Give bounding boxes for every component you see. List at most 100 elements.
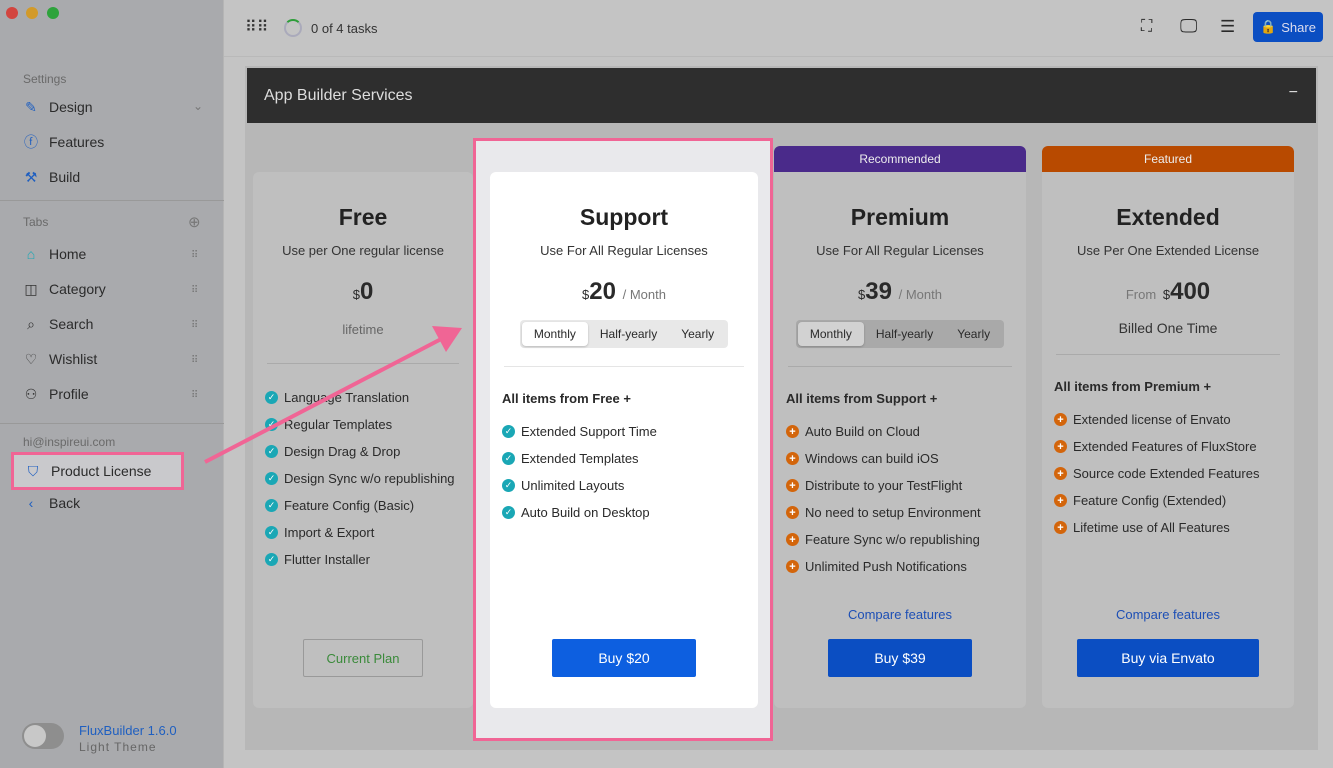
feature-item: ✓ Import & Export <box>265 519 473 546</box>
feature-label: Import & Export <box>284 525 375 540</box>
featured-badge: Featured <box>1042 146 1294 172</box>
feature-item: ✓ Extended Templates <box>502 445 758 472</box>
plan-name: Extended <box>1116 204 1220 230</box>
label: Wishlist <box>49 351 98 367</box>
plan-name: Support <box>579 204 669 230</box>
feature-item: + Lifetime use of All Features <box>1054 514 1294 541</box>
price-note: Billed One Time <box>1118 320 1218 336</box>
apps-grid-icon[interactable]: ⠿⠿ <box>245 17 268 37</box>
lock-icon: 🔒 <box>1260 19 1277 34</box>
sidebar-item-category[interactable]: ◫ Category <box>23 281 106 298</box>
sidebar-item-build[interactable]: ⚒ Build <box>23 169 81 186</box>
feature-item: ✓ Design Drag & Drop <box>265 438 473 465</box>
feature-item: + Feature Config (Extended) <box>1054 487 1294 514</box>
top-bar: ⠿⠿ 0 of 4 tasks ⛶ 🖵 ☰ 🔒 Share <box>224 0 1333 57</box>
brush-icon: ✎ <box>25 98 37 115</box>
check-badge-icon: ✓ <box>265 391 278 404</box>
minimize-button[interactable] <box>26 7 38 19</box>
check-badge-icon: ✓ <box>265 472 278 485</box>
sidebar: Settings ✎ Design ⌄ ⓕ Features ⚒ Build Tabs… <box>0 0 224 768</box>
price-note: lifetime <box>342 322 384 337</box>
period-half-yearly[interactable]: Half-yearly <box>864 322 945 346</box>
feature-item: + No need to setup Environment <box>786 499 1026 526</box>
feature-item: ✓ Extended Support Time <box>502 418 758 445</box>
label: Search <box>49 316 94 332</box>
period-yearly[interactable]: Yearly <box>945 322 1002 346</box>
feature-label: Auto Build on Desktop <box>521 505 650 520</box>
plan-price: $20 / Month <box>582 278 666 305</box>
check-badge-icon: ✓ <box>502 506 515 519</box>
period-monthly[interactable]: Monthly <box>521 322 588 346</box>
plus-badge-icon: + <box>1054 440 1067 453</box>
collapse-icon[interactable]: − <box>1289 84 1298 102</box>
plus-badge-icon: + <box>786 479 799 492</box>
label: Build <box>49 169 81 185</box>
plan-name: Free <box>338 204 388 230</box>
label: Category <box>49 281 106 297</box>
monitor-icon[interactable]: 🖵 <box>1180 16 1197 37</box>
period-half-yearly[interactable]: Half-yearly <box>588 322 669 346</box>
list-icon[interactable]: ☰ <box>1220 17 1235 37</box>
label: Home <box>49 246 87 262</box>
drag-handle-icon[interactable]: ⠿ <box>191 250 198 261</box>
feature-item: + Source code Extended Features <box>1054 460 1294 487</box>
app-version: FluxBuilder 1.6.0 <box>79 723 177 738</box>
current-plan-button[interactable]: Current Plan <box>303 639 423 677</box>
drag-handle-icon[interactable]: ⠿ <box>191 320 198 331</box>
search-icon: ⌕ <box>27 315 35 332</box>
feature-item: + Extended license of Envato <box>1054 406 1294 433</box>
feature-label: Distribute to your TestFlight <box>805 478 963 493</box>
drag-handle-icon[interactable]: ⠿ <box>191 355 198 366</box>
compare-features-link[interactable]: Compare features <box>1042 607 1294 622</box>
label: Back <box>49 495 81 511</box>
progress-ring-icon <box>284 19 302 37</box>
tasks-progress[interactable]: 0 of 4 tasks <box>311 21 377 36</box>
sidebar-item-product-license[interactable]: ⛉ Product License <box>11 452 184 490</box>
plan-subtitle: Use Per One Extended License <box>1076 243 1260 258</box>
panel-title: App Builder Services <box>264 87 413 104</box>
share-button[interactable]: 🔒 Share <box>1253 12 1323 42</box>
check-badge-icon: ✓ <box>265 553 278 566</box>
zoom-button[interactable] <box>47 7 59 19</box>
period-yearly[interactable]: Yearly <box>669 322 726 346</box>
buy-premium-button[interactable]: Buy $39 <box>828 639 972 677</box>
plan-card-support: Support Use For All Regular Licenses $20… <box>490 172 758 708</box>
close-button[interactable] <box>6 7 18 19</box>
billing-period-selector[interactable]: Monthly Half-yearly Yearly <box>795 320 1005 348</box>
feature-item: + Distribute to your TestFlight <box>786 472 1026 499</box>
feature-label: Feature Sync w/o republishing <box>805 532 980 547</box>
sidebar-item-search[interactable]: ⌕ Search <box>23 315 94 333</box>
add-tab-icon[interactable]: ⊕ <box>188 213 201 231</box>
check-badge-icon: ✓ <box>265 526 278 539</box>
chevron-down-icon[interactable]: ⌄ <box>193 99 203 113</box>
sidebar-item-profile[interactable]: ⚇ Profile <box>23 386 89 403</box>
drag-handle-icon[interactable]: ⠿ <box>191 390 198 401</box>
feature-label: Regular Templates <box>284 417 393 432</box>
feature-item: + Feature Sync w/o republishing <box>786 526 1026 553</box>
compare-features-link[interactable]: Compare features <box>774 607 1026 622</box>
billing-period-selector[interactable]: Monthly Half-yearly Yearly <box>519 320 729 348</box>
sidebar-item-wishlist[interactable]: ♡ Wishlist <box>23 351 98 368</box>
qr-scan-icon[interactable]: ⛶ <box>1141 18 1152 36</box>
drag-handle-icon[interactable]: ⠿ <box>191 285 198 296</box>
period-monthly[interactable]: Monthly <box>797 322 864 346</box>
feature-group-heading: All items from Support + <box>786 391 938 406</box>
bolt-icon: ⓕ <box>24 134 38 150</box>
label: Share <box>1281 19 1316 35</box>
back-button[interactable]: ‹ Back <box>23 495 80 511</box>
buy-support-button[interactable]: Buy $20 <box>552 639 696 677</box>
check-badge-icon: ✓ <box>502 452 515 465</box>
theme-toggle[interactable] <box>22 723 64 749</box>
feature-label: Auto Build on Cloud <box>805 424 920 439</box>
sidebar-item-features[interactable]: ⓕ Features <box>23 134 104 150</box>
sidebar-item-design[interactable]: ✎ Design <box>23 98 92 116</box>
plan-subtitle: Use per One regular license <box>282 243 444 258</box>
plus-badge-icon: + <box>1054 413 1067 426</box>
sidebar-item-home[interactable]: ⌂ Home <box>23 246 87 262</box>
feature-item: ✓ Flutter Installer <box>265 546 473 573</box>
feature-item: + Windows can build iOS <box>786 445 1026 472</box>
chevron-left-icon: ‹ <box>28 495 34 511</box>
feature-label: Extended Support Time <box>521 424 657 439</box>
buy-via-envato-button[interactable]: Buy via Envato <box>1077 639 1259 677</box>
plus-badge-icon: + <box>1054 467 1067 480</box>
